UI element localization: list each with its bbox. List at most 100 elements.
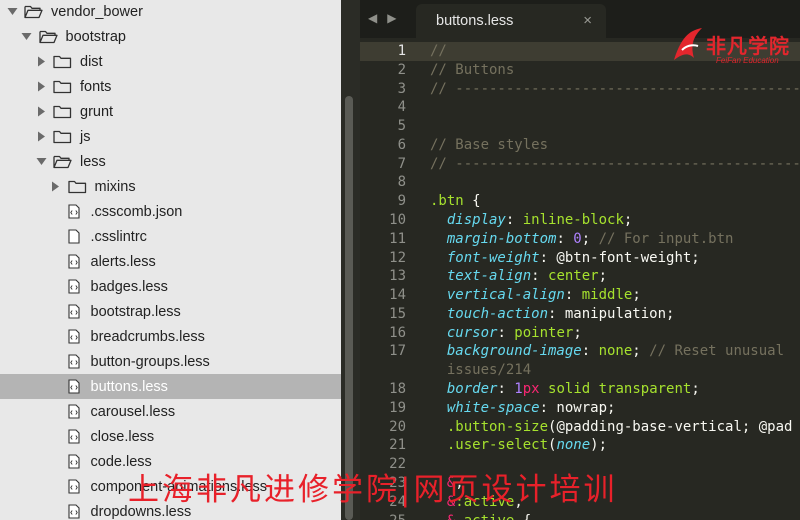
sidebar-item-label: button-groups.less — [90, 353, 210, 370]
sidebar-item-button-groups-less[interactable]: button-groups.less — [0, 349, 341, 374]
code-token: border — [446, 381, 498, 398]
code-line: vertical-align: middle; — [430, 286, 641, 305]
line-number: 4 — [397, 99, 406, 116]
sidebar-item-label: bootstrap.less — [90, 303, 181, 320]
sidebar-item-dist[interactable]: dist — [0, 49, 341, 74]
code-line: issues/214 — [430, 361, 531, 380]
sidebar-item-label: fonts — [80, 78, 112, 95]
line-number: 5 — [397, 118, 406, 135]
sidebar-item-mixins[interactable]: mixins — [0, 174, 341, 199]
sidebar-item-badges-less[interactable]: badges.less — [0, 274, 341, 299]
code-line: // — [430, 42, 447, 61]
disclosure-right-icon[interactable] — [35, 131, 47, 143]
code-token: { — [463, 193, 481, 210]
line-number: 8 — [397, 174, 406, 191]
sidebar-item-close-less[interactable]: close.less — [0, 424, 341, 449]
folder-open-icon — [53, 154, 73, 170]
line-number: 10 — [389, 212, 406, 229]
sidebar-item-csslintrc[interactable]: .csslintrc — [0, 224, 341, 249]
code-token: : — [531, 268, 549, 285]
code-file-icon — [67, 254, 81, 270]
code-line: .button-size(@padding-base-vertical; @pa… — [430, 418, 793, 437]
sidebar-item-label: grunt — [80, 103, 114, 120]
code-line: border: 1px solid transparent; — [430, 380, 700, 399]
sidebar-item-label: js — [80, 128, 91, 145]
sidebar-item-alerts-less[interactable]: alerts.less — [0, 249, 341, 274]
line-number: 17 — [389, 343, 406, 360]
sidebar-item-label: badges.less — [90, 278, 168, 295]
sidebar-item-grunt[interactable]: grunt — [0, 99, 341, 124]
disclosure-down-icon[interactable] — [35, 156, 47, 168]
code-text-area[interactable]: // // Buttons // -------------------------… — [420, 38, 800, 520]
code-line: // -------------------------------------… — [430, 80, 800, 99]
code-token: issues/214 — [446, 362, 532, 379]
code-token: : — [556, 230, 574, 247]
sidebar-item-less[interactable]: less — [0, 149, 341, 174]
code-file-icon — [67, 379, 81, 395]
line-number: 16 — [389, 324, 406, 341]
code-token: { — [514, 513, 531, 520]
folder-icon — [67, 179, 88, 195]
tab-label: buttons.less — [436, 13, 514, 29]
file-sidebar: vendor_bower bootstrap dist fonts grunt js les… — [0, 0, 341, 520]
code-file-icon — [67, 304, 81, 320]
code-token: : — [497, 324, 515, 341]
code-token: .btn — [430, 193, 464, 210]
code-token: // Buttons — [430, 61, 515, 78]
disclosure-right-icon[interactable] — [35, 81, 47, 93]
sidebar-scrollbar-thumb[interactable] — [345, 96, 353, 520]
code-token: : manipulation; — [548, 305, 675, 322]
line-number: 25 — [360, 512, 406, 520]
code-file-icon — [67, 354, 81, 370]
file-icon — [67, 229, 81, 245]
line-number: 12 — [389, 249, 406, 266]
code-line: display: inline-block; — [430, 211, 632, 230]
code-token: ; — [623, 212, 633, 229]
sidebar-item-label: close.less — [90, 428, 155, 445]
code-line: &.active { — [430, 512, 531, 520]
sidebar-item-label: breadcrumbs.less — [90, 328, 205, 345]
line-number: 7 — [397, 155, 406, 172]
sidebar-item-csscomb-json[interactable]: .csscomb.json — [0, 199, 341, 224]
line-number-gutter: 1234567891011121314151617181920212223242… — [360, 38, 420, 520]
code-token: 0 — [573, 230, 582, 247]
disclosure-right-icon[interactable] — [35, 56, 47, 68]
sidebar-item-breadcrumbs-less[interactable]: breadcrumbs.less — [0, 324, 341, 349]
folder-icon — [53, 104, 73, 120]
code-token: ); — [590, 437, 608, 454]
nav-back-icon[interactable]: ◀ — [368, 11, 377, 25]
code-line: text-align: center; — [430, 267, 607, 286]
line-number: 20 — [389, 418, 406, 435]
code-token: cursor — [446, 324, 498, 341]
sidebar-item-label: vendor_bower — [51, 3, 143, 20]
sidebar-item-bootstrap[interactable]: bootstrap — [0, 24, 341, 49]
code-line: background-image: none; // Reset unusual — [430, 342, 784, 361]
nav-forward-icon[interactable]: ▶ — [387, 11, 396, 25]
sidebar-item-fonts[interactable]: fonts — [0, 74, 341, 99]
sidebar-item-js[interactable]: js — [0, 124, 341, 149]
disclosure-right-icon[interactable] — [50, 181, 62, 193]
code-token: (@padding-base-vertical; @pad — [548, 418, 793, 435]
disclosure-down-icon[interactable] — [21, 31, 33, 43]
tab-buttons-less[interactable]: buttons.less × — [416, 4, 606, 38]
sidebar-item-bootstrap-less[interactable]: bootstrap.less — [0, 299, 341, 324]
app-window: vendor_bower bootstrap dist fonts grunt js les… — [0, 0, 800, 520]
close-icon[interactable]: × — [583, 12, 592, 29]
logo-subtitle: FeiFan Education — [716, 56, 779, 65]
sidebar-item-buttons-less[interactable]: buttons.less — [0, 374, 341, 399]
code-line: // -------------------------------------… — [430, 155, 800, 174]
sidebar-item-carousel-less[interactable]: carousel.less — [0, 399, 341, 424]
sidebar-item-vendor-bower[interactable]: vendor_bower — [0, 0, 341, 24]
disclosure-down-icon[interactable] — [6, 6, 18, 18]
code-token: none — [598, 343, 633, 360]
code-file-icon — [67, 504, 81, 520]
code-line: .user-select(none); — [430, 436, 607, 455]
code-line: cursor: pointer; — [430, 324, 582, 343]
disclosure-right-icon[interactable] — [35, 106, 47, 118]
watermark-banner: 上海非凡进修学院|网页设计培训 — [128, 472, 618, 508]
line-number: 18 — [389, 381, 406, 398]
